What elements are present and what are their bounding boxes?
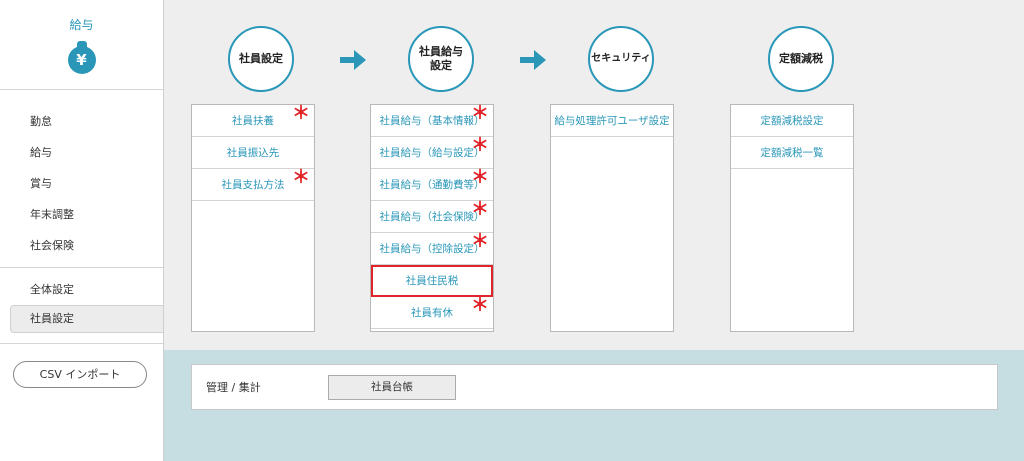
link-teigaku-genzei-settei[interactable]: 定額減税設定 [731,105,853,137]
required-mark: ＊ [471,167,489,188]
sidebar-title: 給与 [69,18,94,32]
link-shain-juminzei[interactable]: 社員住民税 [371,265,493,297]
required-mark: ＊ [292,167,310,188]
link-kyuyo-kyuyo-settei[interactable]: 社員給与（給与設定） ＊ [371,135,493,169]
sidebar-menu: 勤怠 給与 賞与 年末調整 社会保険 全体設定 社員設定 [0,90,163,344]
required-mark: ＊ [471,295,489,316]
required-mark: ＊ [471,103,489,124]
sidebar-item-nenmatsu[interactable]: 年末調整 [0,199,163,230]
arrow-right-icon [520,50,546,70]
link-kyuyo-kihon-joho[interactable]: 社員給与（基本情報） ＊ [371,103,493,137]
shain-daicho-button[interactable]: 社員台帳 [328,375,456,400]
link-shain-shiharai-hoho[interactable]: 社員支払方法 ＊ [192,167,314,201]
column-teigaku-genzei: 定額減税設定 定額減税一覧 [730,104,854,332]
sidebar-item-shakai-hoken[interactable]: 社会保険 [0,230,163,261]
column-shain-settei: 社員扶養 ＊ 社員振込先 社員支払方法 ＊ [191,103,315,332]
required-mark: ＊ [292,103,310,124]
link-kyuyo-kojo-settei[interactable]: 社員給与（控除設定） ＊ [371,231,493,265]
sidebar-header: 給与 ¥ [0,0,163,90]
link-kyuyo-tsukinhi[interactable]: 社員給与（通勤費等） ＊ [371,167,493,201]
kanri-shukei-panel: 管理 / 集計 社員台帳 [191,364,998,410]
link-shain-fuyo[interactable]: 社員扶養 ＊ [192,103,314,137]
link-shain-yukyu[interactable]: 社員有休 ＊ [371,295,493,329]
money-bag-icon: ¥ [67,41,97,75]
link-shain-furikomisaki[interactable]: 社員振込先 [192,137,314,169]
step-circle-security: セキュリティ [588,26,654,92]
column-security: 給与処理許可ユーザ設定 [550,104,674,332]
required-mark: ＊ [471,231,489,252]
required-mark: ＊ [471,199,489,220]
sidebar-item-kintai[interactable]: 勤怠 [0,106,163,137]
step-circle-shain-kyuyo-settei: 社員給与 設定 [408,26,474,92]
required-mark: ＊ [471,135,489,156]
sidebar-item-shain-settei[interactable]: 社員設定 [10,305,163,333]
step-circle-shain-settei: 社員設定 [228,26,294,92]
column-shain-kyuyo-settei: 社員給与（基本情報） ＊ 社員給与（給与設定） ＊ 社員給与（通勤費等） ＊ 社… [370,103,494,332]
panel-label: 管理 / 集計 [206,381,261,394]
sidebar-item-zentai-settei[interactable]: 全体設定 [0,274,163,305]
step-circle-teigaku-genzei: 定額減税 [768,26,834,92]
csv-import-button[interactable]: CSV インポート [13,361,147,388]
sidebar-item-shoyo[interactable]: 賞与 [0,168,163,199]
link-kyuyo-shori-kyoka-user[interactable]: 給与処理許可ユーザ設定 [551,105,673,137]
sidebar-item-kyuyo[interactable]: 給与 [0,137,163,168]
sidebar-divider [0,343,163,344]
sidebar: 給与 ¥ 勤怠 給与 賞与 年末調整 社会保険 全体設定 社員設定 CSV イン… [0,0,164,461]
arrow-right-icon [340,50,366,70]
link-teigaku-genzei-ichiran[interactable]: 定額減税一覧 [731,137,853,169]
link-kyuyo-shakai-hoken[interactable]: 社員給与（社会保険） ＊ [371,199,493,233]
